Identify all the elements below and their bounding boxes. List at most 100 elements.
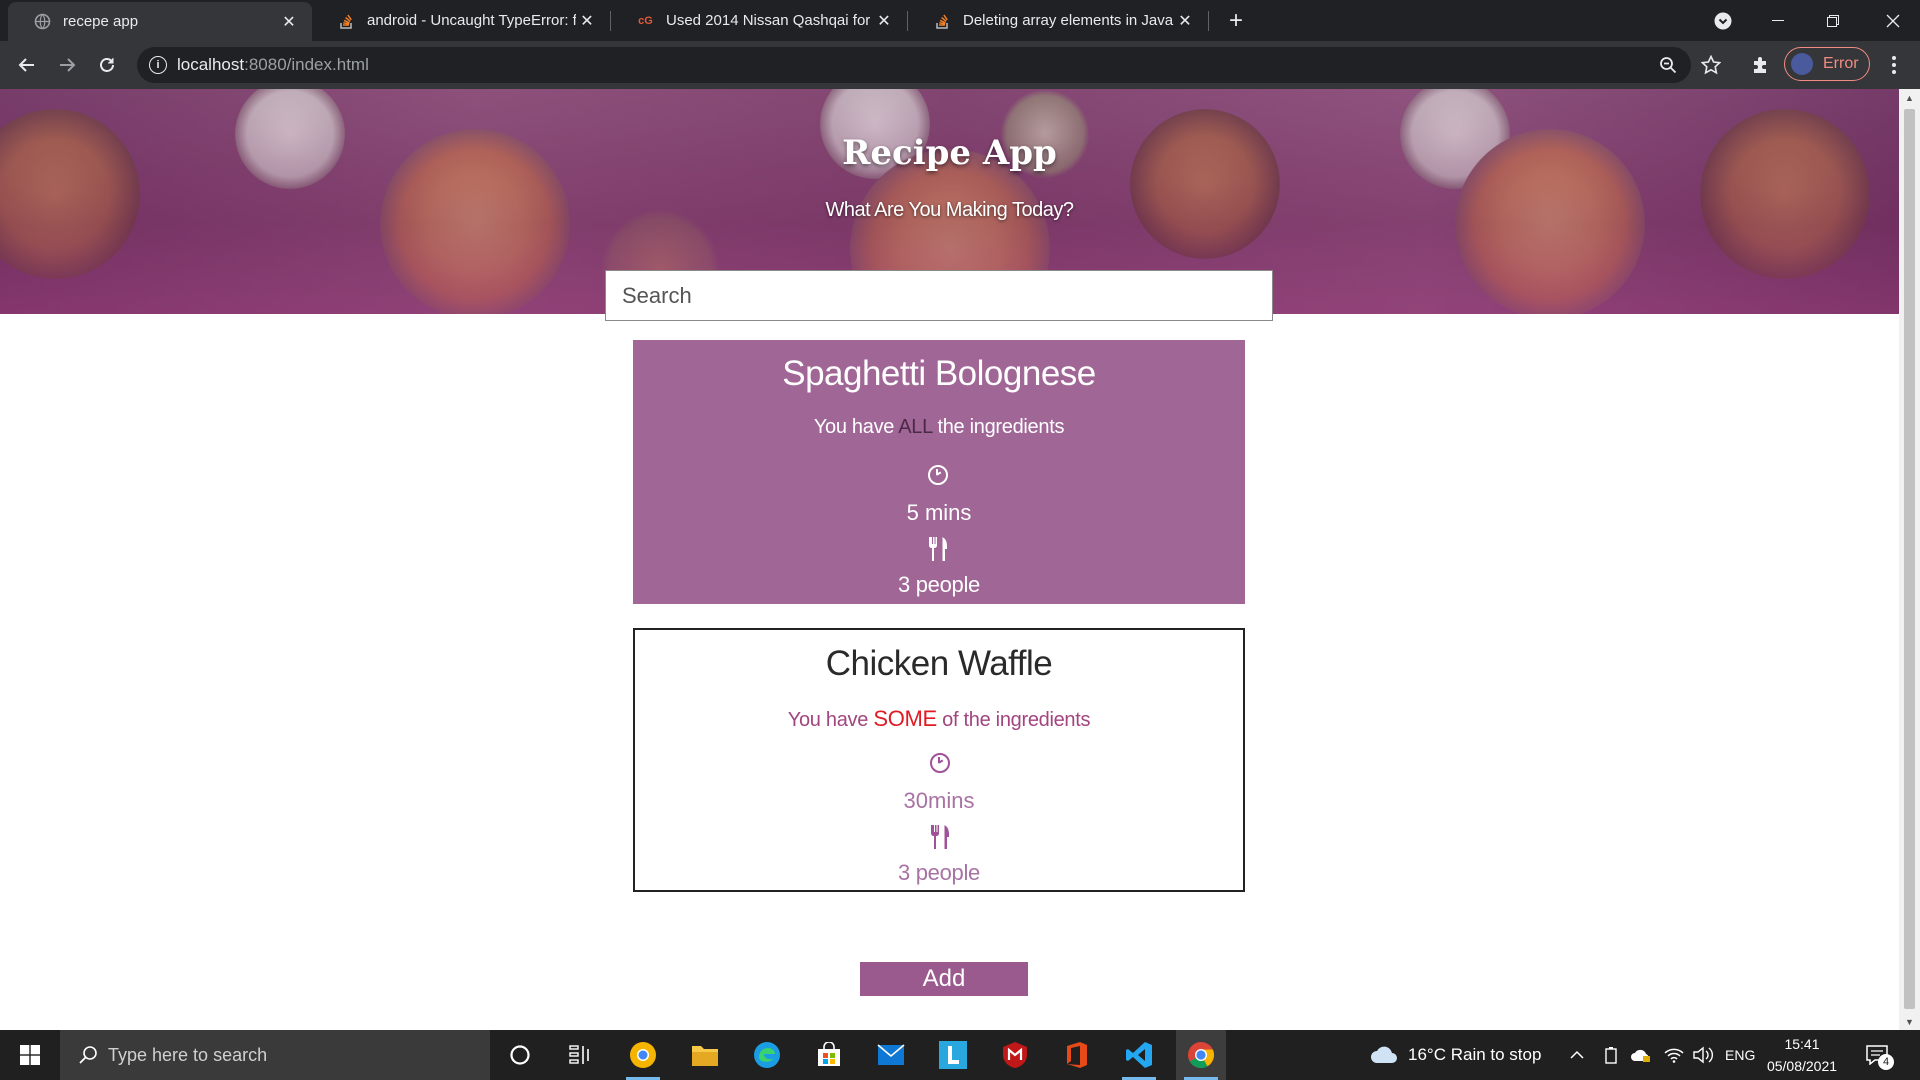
scroll-down-arrow-icon[interactable]: ▼: [1899, 1013, 1920, 1030]
close-tab-icon[interactable]: ✕: [278, 11, 300, 33]
close-tab-icon[interactable]: ✕: [1174, 10, 1196, 32]
back-button[interactable]: [11, 49, 43, 81]
ingredient-status-prefix: You have: [813, 416, 899, 438]
reload-icon: [100, 58, 114, 72]
profile-label: Error: [1823, 55, 1859, 72]
recipe-name: Spaghetti Bolognese: [782, 354, 1096, 393]
taskbar-app-mail[interactable]: [866, 1030, 916, 1080]
minimize-button[interactable]: [1750, 0, 1805, 41]
cortana-button[interactable]: [495, 1030, 545, 1080]
zoom-icon[interactable]: [1657, 54, 1679, 76]
task-view-icon: [569, 1045, 589, 1064]
taskbar-app-mcafee[interactable]: [990, 1030, 1040, 1080]
mcafee-shield-icon: [1003, 1042, 1027, 1068]
clock-icon: [930, 753, 950, 773]
action-center-button[interactable]: 4: [1862, 1040, 1894, 1070]
clock-date: 05/08/2021: [1766, 1058, 1838, 1074]
store-bag-icon: [818, 1042, 840, 1066]
taskbar-app-file-explorer[interactable]: [680, 1030, 730, 1080]
language-indicator[interactable]: ENG: [1725, 1030, 1755, 1080]
taskbar-app-store[interactable]: [804, 1030, 854, 1080]
search-icon: [78, 1045, 98, 1065]
avatar: [1791, 53, 1813, 75]
kebab-menu-icon[interactable]: [1882, 53, 1906, 77]
restore-icon: [1826, 14, 1839, 27]
url-text: localhost:8080/index.html: [177, 55, 369, 75]
reload-button[interactable]: [91, 49, 123, 81]
forward-button[interactable]: [51, 49, 83, 81]
office-icon: [1067, 1042, 1087, 1068]
onedrive-cloud-icon: [1631, 1049, 1650, 1062]
task-view-button[interactable]: [555, 1030, 605, 1080]
ingredient-status: You have ALL the ingredients: [633, 416, 1245, 439]
ingredient-status-suffix: the ingredients: [932, 416, 1065, 438]
page-subtitle: What Are You Making Today?: [825, 199, 1074, 221]
tray-device-icon[interactable]: [1603, 1030, 1619, 1080]
stackoverflow-icon: [934, 12, 951, 29]
url-path: :8080/index.html: [244, 55, 369, 74]
address-bar[interactable]: i localhost:8080/index.html: [137, 47, 1691, 83]
ingredient-status-prefix: You have: [787, 709, 874, 731]
taskbar-app-vscode[interactable]: [1114, 1030, 1164, 1080]
cargurus-icon: cG: [638, 14, 653, 27]
tray-onedrive-icon[interactable]: [1630, 1030, 1652, 1080]
windows-logo-icon: [20, 1045, 40, 1065]
tab-separator: [1208, 11, 1209, 31]
new-tab-button[interactable]: +: [1221, 6, 1251, 36]
tab-recepe-app[interactable]: recepe app ✕: [8, 2, 312, 41]
add-recipe-button[interactable]: Add: [860, 962, 1028, 996]
tab-title: Used 2014 Nissan Qashqai for sa: [666, 12, 873, 29]
search-input[interactable]: [605, 270, 1273, 321]
ingredient-status-keyword: SOME: [873, 706, 937, 731]
windows-taskbar: Type here to search 16°C Rain to stop EN…: [0, 1030, 1920, 1080]
close-tab-icon[interactable]: ✕: [576, 10, 598, 32]
tab-search-button[interactable]: [1695, 0, 1750, 41]
ingredient-status-keyword: ALL: [898, 416, 933, 438]
minimize-icon: [1771, 19, 1784, 21]
scroll-up-arrow-icon[interactable]: ▲: [1899, 89, 1920, 106]
taskbar-app-edge[interactable]: [742, 1030, 792, 1080]
tray-volume-icon[interactable]: [1692, 1030, 1714, 1080]
extensions-puzzle-icon[interactable]: [1749, 53, 1773, 77]
chrome-icon: [1188, 1042, 1215, 1069]
scrollbar-thumb[interactable]: [1904, 109, 1915, 1009]
mail-icon: [877, 1044, 905, 1065]
taskbar-app-l-launcher[interactable]: [928, 1030, 978, 1080]
tab-stackoverflow-typeerror[interactable]: android - Uncaught TypeError: fo ✕: [312, 0, 610, 41]
recipe-card[interactable]: Chicken Waffle You have SOME of the ingr…: [633, 628, 1245, 892]
show-hidden-icons-button[interactable]: [1570, 1030, 1584, 1080]
tab-stackoverflow-array[interactable]: Deleting array elements in JavaSc ✕: [908, 0, 1208, 41]
weather-widget[interactable]: 16°C Rain to stop: [1370, 1030, 1541, 1080]
url-host: localhost: [177, 55, 245, 74]
bookmark-star-icon[interactable]: [1699, 53, 1723, 77]
close-icon: [1886, 14, 1899, 27]
tab-title: recepe app: [63, 13, 139, 30]
taskbar-app-office[interactable]: [1052, 1030, 1102, 1080]
close-window-button[interactable]: [1865, 0, 1920, 41]
taskbar-app-chrome[interactable]: [1176, 1030, 1226, 1080]
profile-error-button[interactable]: Error: [1784, 47, 1870, 81]
wifi-icon: [1664, 1048, 1684, 1063]
browser-toolbar: i localhost:8080/index.html Error: [0, 41, 1920, 89]
site-info-icon[interactable]: i: [149, 56, 167, 74]
taskbar-search-box[interactable]: Type here to search: [60, 1030, 490, 1080]
restore-button[interactable]: [1805, 0, 1860, 41]
page-viewport: Recipe App What Are You Making Today? Sp…: [0, 89, 1899, 1030]
page-scrollbar[interactable]: ▲ ▼: [1899, 89, 1920, 1030]
taskbar-clock[interactable]: 15:41 05/08/2021: [1757, 1033, 1847, 1077]
recipe-card[interactable]: Spaghetti Bolognese You have ALL the ing…: [633, 340, 1245, 604]
l-app-icon: [939, 1041, 967, 1069]
globe-icon: [34, 13, 51, 30]
tab-cargurus-qashqai[interactable]: cG Used 2014 Nissan Qashqai for sa ✕: [611, 0, 907, 41]
cutlery-icon: [931, 825, 949, 849]
ingredient-status-suffix: of the ingredients: [936, 709, 1091, 731]
chevron-down-circle-icon: [1714, 12, 1731, 29]
speaker-icon: [1693, 1046, 1713, 1064]
arrow-left-icon: [18, 58, 34, 72]
taskbar-app-chrome-canary[interactable]: [618, 1030, 668, 1080]
close-tab-icon[interactable]: ✕: [873, 10, 895, 32]
start-button[interactable]: [0, 1030, 60, 1080]
tray-wifi-icon[interactable]: [1664, 1030, 1684, 1080]
taskbar-search-placeholder: Type here to search: [108, 1044, 268, 1065]
cook-time: 30mins: [903, 788, 975, 813]
